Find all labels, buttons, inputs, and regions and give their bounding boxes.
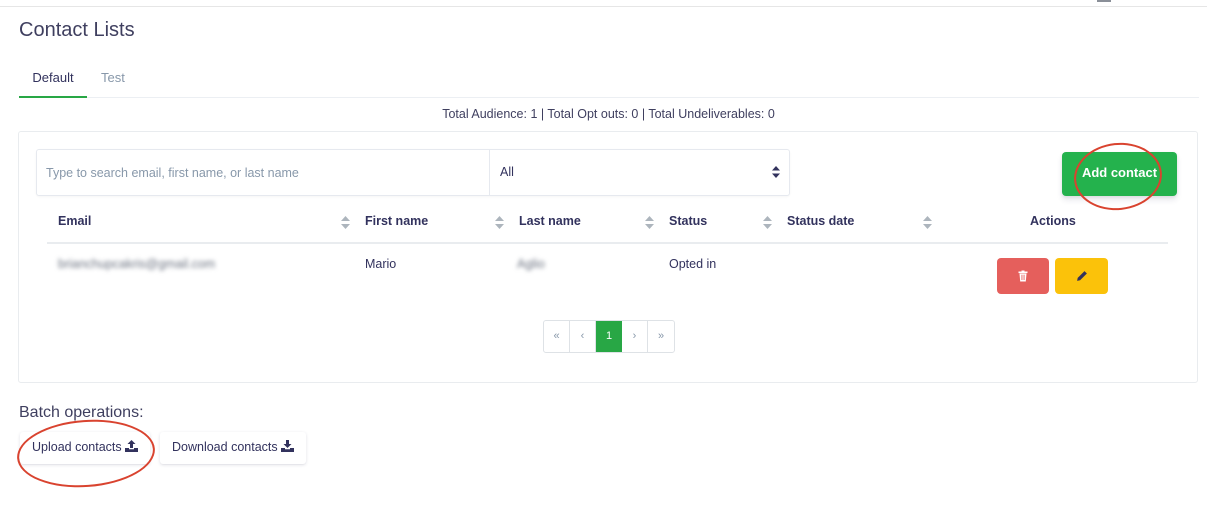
- delete-contact-button[interactable]: [997, 258, 1049, 294]
- list-tabs: Default Test: [19, 62, 1199, 98]
- trash-icon: [1018, 270, 1028, 282]
- column-header-actions: Actions: [1030, 214, 1076, 228]
- upload-contacts-button[interactable]: Upload contacts: [20, 432, 150, 464]
- page-title: Contact Lists: [19, 19, 135, 41]
- column-header-email[interactable]: Email: [58, 214, 91, 228]
- sort-icon[interactable]: [341, 216, 350, 229]
- tab-test[interactable]: Test: [88, 62, 138, 98]
- page-last-button[interactable]: »: [648, 321, 674, 352]
- table-header-divider: [47, 242, 1168, 244]
- batch-operations-title: Batch operations:: [19, 404, 144, 421]
- status-filter-select[interactable]: All: [489, 150, 789, 195]
- select-arrows-icon: [772, 166, 780, 178]
- pencil-icon: [1076, 271, 1087, 281]
- sort-icon[interactable]: [495, 216, 504, 229]
- page-current-button[interactable]: 1: [596, 321, 622, 352]
- cell-email: brianchupcakris@gmail.com: [58, 257, 216, 271]
- cell-last-name: Aglio: [517, 257, 545, 271]
- upload-icon: [124, 440, 138, 452]
- status-filter-value: All: [500, 165, 514, 179]
- audience-totals: Total Audience: 1 | Total Opt outs: 0 | …: [442, 107, 775, 121]
- download-contacts-button[interactable]: Download contacts: [160, 432, 306, 464]
- topbar-menu-icon[interactable]: [1097, 0, 1111, 2]
- top-bar: [0, 0, 1207, 7]
- pagination: « ‹ 1 › »: [543, 320, 675, 353]
- column-header-status[interactable]: Status: [669, 214, 707, 228]
- download-icon: [280, 440, 294, 452]
- cell-first-name: Mario: [365, 257, 397, 271]
- page-prev-button[interactable]: ‹: [570, 321, 596, 352]
- search-bar: All: [36, 149, 790, 196]
- page-next-button[interactable]: ›: [622, 321, 648, 352]
- upload-contacts-label: Upload contacts: [32, 440, 122, 454]
- search-input[interactable]: [37, 150, 489, 195]
- column-header-first-name[interactable]: First name: [365, 214, 428, 228]
- add-contact-button[interactable]: Add contact: [1062, 152, 1177, 196]
- column-header-status-date[interactable]: Status date: [787, 214, 854, 228]
- cell-status: Opted in: [669, 257, 717, 271]
- sort-icon[interactable]: [763, 216, 772, 229]
- page-first-button[interactable]: «: [544, 321, 570, 352]
- column-header-last-name[interactable]: Last name: [519, 214, 581, 228]
- edit-contact-button[interactable]: [1055, 258, 1108, 294]
- sort-icon[interactable]: [923, 216, 932, 229]
- download-contacts-label: Download contacts: [172, 440, 278, 454]
- sort-icon[interactable]: [645, 216, 654, 229]
- tab-default[interactable]: Default: [19, 62, 87, 98]
